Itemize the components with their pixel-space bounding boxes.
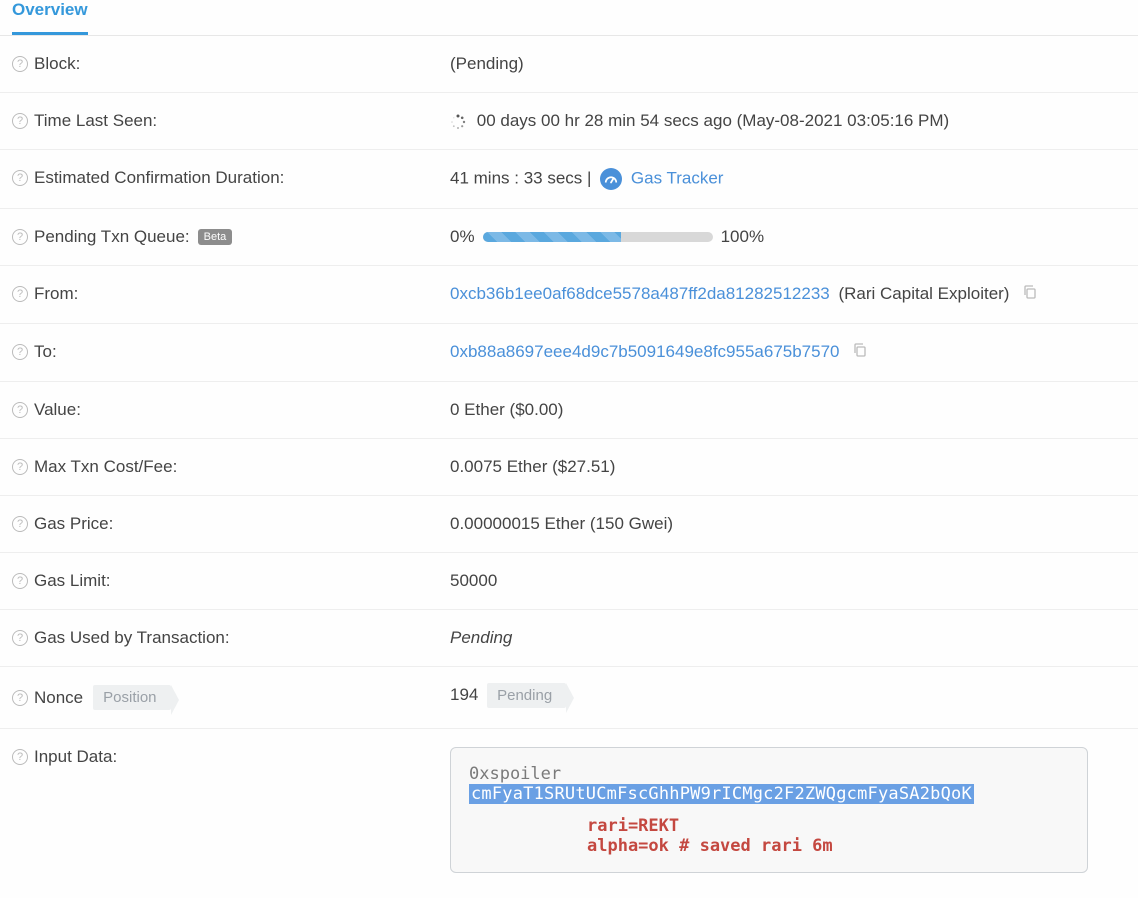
value-gas-price: 0.00000015 Ether (150 Gwei): [450, 514, 673, 533]
help-icon[interactable]: ?: [12, 286, 28, 302]
help-icon[interactable]: ?: [12, 690, 28, 706]
row-time-last-seen: ? Time Last Seen: 00 days 00 hr 28 min 5…: [0, 93, 1138, 150]
pending-queue-progress: [483, 232, 713, 242]
help-icon[interactable]: ?: [12, 113, 28, 129]
row-est-confirmation: ? Estimated Confirmation Duration: 41 mi…: [0, 150, 1138, 209]
row-max-fee: ? Max Txn Cost/Fee: 0.0075 Ether ($27.51…: [0, 439, 1138, 496]
value-est-duration: 41 mins : 33 secs: [450, 168, 582, 187]
help-icon[interactable]: ?: [12, 170, 28, 186]
row-from: ? From: 0xcb36b1ee0af68dce5578a487ff2da8…: [0, 266, 1138, 324]
label-pending-queue: Pending Txn Queue:: [34, 227, 190, 247]
position-status-chip: Pending: [487, 683, 566, 708]
help-icon[interactable]: ?: [12, 516, 28, 532]
gas-tracker-link[interactable]: Gas Tracker: [631, 168, 724, 187]
input-data-prefix: 0xspoiler: [469, 764, 561, 784]
value-gas-limit: 50000: [450, 571, 497, 590]
progress-fill: [483, 232, 621, 242]
from-address-link[interactable]: 0xcb36b1ee0af68dce5578a487ff2da812825122…: [450, 284, 830, 303]
copy-icon[interactable]: [1022, 284, 1038, 305]
spinner-icon: [450, 114, 466, 130]
row-pending-queue: ? Pending Txn Queue: Beta 0% 100%: [0, 209, 1138, 266]
value-block: (Pending): [450, 54, 524, 73]
row-gas-price: ? Gas Price: 0.00000015 Ether (150 Gwei): [0, 496, 1138, 553]
label-time-last-seen: Time Last Seen:: [34, 111, 157, 131]
value-value: 0 Ether ($0.00): [450, 400, 563, 419]
value-nonce: 194: [450, 685, 478, 704]
label-from: From:: [34, 284, 78, 304]
input-data-box[interactable]: 0xspoiler cmFyaT1SRUtUCmFscGhhPW9rICMgc2…: [450, 747, 1088, 873]
tab-bar: Overview: [0, 0, 1138, 36]
queue-left-label: 0%: [450, 227, 475, 247]
beta-badge: Beta: [198, 229, 233, 245]
row-gas-used: ? Gas Used by Transaction: Pending: [0, 610, 1138, 667]
gauge-icon: [600, 168, 622, 190]
position-chip: Position: [93, 685, 170, 710]
value-gas-used: Pending: [450, 628, 512, 647]
help-icon[interactable]: ?: [12, 56, 28, 72]
help-icon[interactable]: ?: [12, 344, 28, 360]
separator: |: [587, 168, 596, 187]
row-value: ? Value: 0 Ether ($0.00): [0, 382, 1138, 439]
label-block: Block:: [34, 54, 80, 74]
label-gas-price: Gas Price:: [34, 514, 113, 534]
decoded-line-1: rari=REKT: [587, 816, 1069, 836]
label-to: To:: [34, 342, 57, 362]
value-time-last-seen: 00 days 00 hr 28 min 54 secs ago (May-08…: [477, 111, 950, 130]
row-block: ? Block: (Pending): [0, 36, 1138, 93]
input-data-base64: cmFyaT1SRUtUCmFscGhhPW9rICMgc2F2ZWQgcmFy…: [469, 784, 974, 804]
help-icon[interactable]: ?: [12, 402, 28, 418]
from-address-tag: (Rari Capital Exploiter): [838, 284, 1009, 303]
label-gas-limit: Gas Limit:: [34, 571, 111, 591]
help-icon[interactable]: ?: [12, 229, 28, 245]
label-nonce: Nonce: [34, 688, 83, 708]
label-gas-used: Gas Used by Transaction:: [34, 628, 230, 648]
label-est-confirmation: Estimated Confirmation Duration:: [34, 168, 284, 188]
queue-right-label: 100%: [721, 227, 764, 247]
to-address-link[interactable]: 0xb88a8697eee4d9c7b5091649e8fc955a675b75…: [450, 342, 840, 361]
label-input-data: Input Data:: [34, 747, 117, 767]
row-to: ? To: 0xb88a8697eee4d9c7b5091649e8fc955a…: [0, 324, 1138, 382]
help-icon[interactable]: ?: [12, 573, 28, 589]
help-icon[interactable]: ?: [12, 749, 28, 765]
help-icon[interactable]: ?: [12, 459, 28, 475]
row-nonce: ? Nonce Position 194 Pending: [0, 667, 1138, 729]
value-max-fee: 0.0075 Ether ($27.51): [450, 457, 615, 476]
copy-icon[interactable]: [852, 342, 868, 363]
row-gas-limit: ? Gas Limit: 50000: [0, 553, 1138, 610]
label-value: Value:: [34, 400, 81, 420]
row-input-data: ? Input Data: 0xspoiler cmFyaT1SRUtUCmFs…: [0, 729, 1138, 891]
decoded-line-2: alpha=ok # saved rari 6m: [587, 836, 1069, 856]
label-max-fee: Max Txn Cost/Fee:: [34, 457, 177, 477]
tab-overview[interactable]: Overview: [12, 0, 88, 35]
help-icon[interactable]: ?: [12, 630, 28, 646]
